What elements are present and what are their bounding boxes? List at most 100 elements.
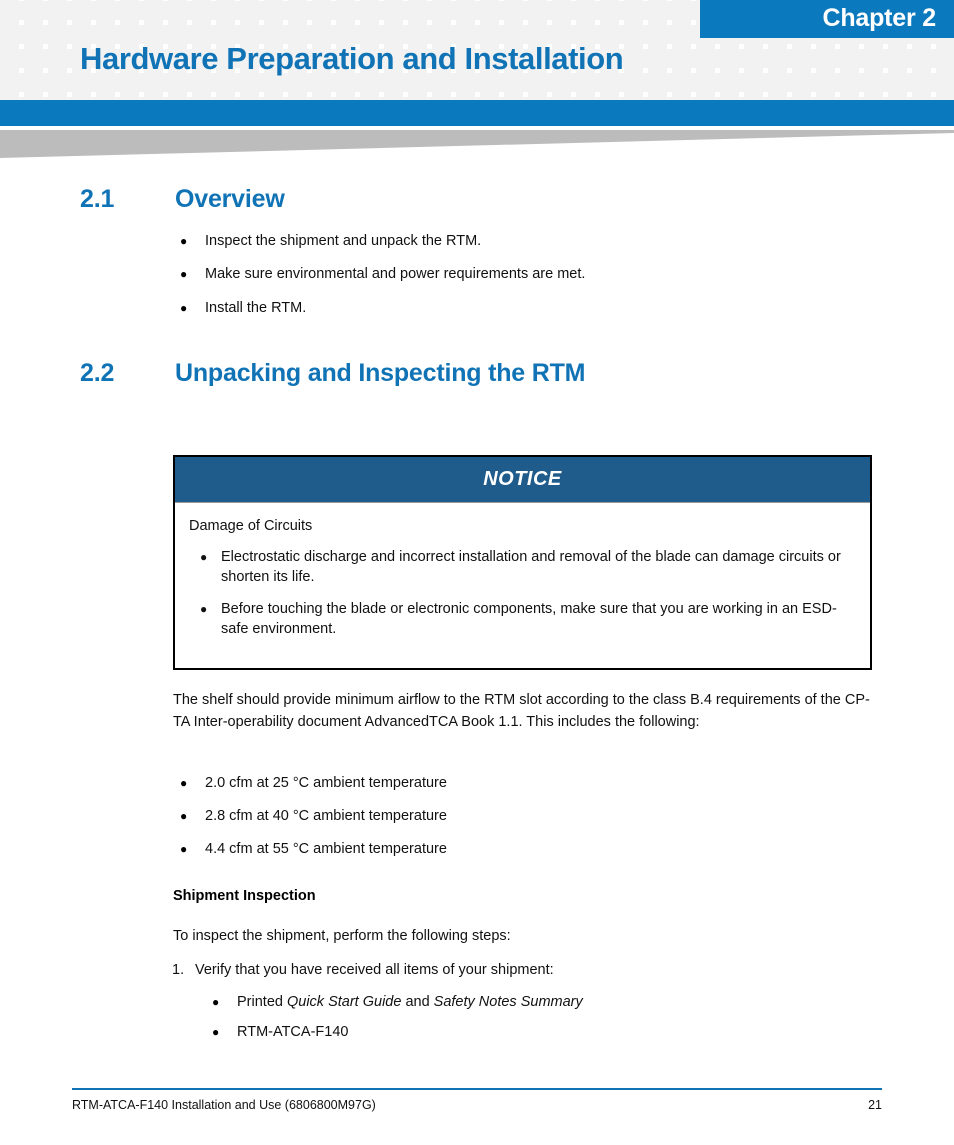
header-pattern-square [96,1,115,20]
header-pattern-square [144,1,163,20]
header-pattern-square [0,25,19,44]
header-pattern-square [24,1,43,20]
page-title: Hardware Preparation and Installation [80,41,624,76]
shipment-sub-bullet-2: RTM-ATCA-F140 [237,1024,349,1040]
header-pattern-square [672,25,691,44]
header-pattern-square [432,1,451,20]
header-pattern-square [648,49,667,68]
shipment-sub-bullet-1-italic-1: Quick Start Guide [286,994,402,1010]
section-number-2-1: 2.1 [80,185,115,213]
header-pattern-square [120,1,139,20]
header-pattern-square [624,25,643,44]
header-pattern-square [456,1,475,20]
shipment-sub-bullet-1-middle: and [401,994,434,1010]
bullet-icon: ● [212,995,220,1009]
header-pattern-square [24,73,43,92]
header-pattern-square [0,1,19,20]
header-pattern-square [696,73,715,92]
section-title-unpacking: Unpacking and Inspecting the RTM [175,359,586,387]
bullet-icon: ● [180,301,188,315]
notice-heading-label: NOTICE [483,468,562,490]
notice-bullet-1: ● Electrostatic discharge and incorrect … [189,548,854,587]
footer-rule [72,1088,882,1090]
header-pattern-square [936,49,954,68]
airflow-bullet-1: 2.0 cfm at 25 °C ambient temperature [205,775,447,791]
header-pattern-square [24,25,43,44]
footer-page-number: 21 [868,1098,882,1112]
gray-wedge-decoration [0,130,954,158]
header-pattern-square [840,49,859,68]
header-pattern-square [240,1,259,20]
header-pattern-square [792,49,811,68]
overview-bullet-1: Inspect the shipment and unpack the RTM. [205,233,482,249]
header-pattern-square [648,25,667,44]
header-pattern-square [360,1,379,20]
shipment-sub-bullet-1-prefix: Printed [237,994,287,1010]
notice-bullet-2: ● Before touching the blade or electroni… [189,600,854,639]
shipment-step-number: 1. [172,962,185,978]
airflow-paragraph: The shelf should provide minimum airflow… [173,692,870,730]
header-pattern-square [648,1,667,20]
shipment-step-text: Verify that you have received all items … [195,962,554,978]
shipment-sub-bullet-1-italic-2: Safety Notes Summary [433,994,583,1010]
header-pattern-square [288,1,307,20]
section-title-overview: Overview [175,185,285,213]
notice-body: Damage of Circuits ● Electrostatic disch… [175,504,870,652]
chapter-label: Chapter 2 [822,4,936,32]
notice-bullet-2-text: Before touching the blade or electronic … [221,601,837,637]
header-pattern-square [72,1,91,20]
header-pattern-square [912,73,931,92]
shipment-intro-text: To inspect the shipment, perform the fol… [173,928,511,944]
header-pattern-square [48,25,67,44]
shipment-sub-bullet-1: Printed Quick Start Guide and Safety Not… [237,993,837,1012]
header-pattern-square [744,49,763,68]
header-pattern-square [264,1,283,20]
header-pattern-square [0,73,19,92]
header-pattern-square [864,49,883,68]
header-pattern-square [672,1,691,20]
section-number-2-2: 2.2 [80,359,115,387]
header-pattern-square [624,1,643,20]
header-pattern-square [336,1,355,20]
header-pattern-square [864,73,883,92]
footer-document-title: RTM-ATCA-F140 Installation and Use (6806… [72,1098,376,1112]
header-pattern-square [648,73,667,92]
bullet-icon: ● [180,267,188,281]
header-pattern-square [480,1,499,20]
header-pattern-square [936,73,954,92]
airflow-bullet-3: 4.4 cfm at 55 °C ambient temperature [205,841,447,857]
header-pattern-square [744,73,763,92]
header-pattern-square [48,73,67,92]
header-pattern-square [216,1,235,20]
notice-bullet-1-text: Electrostatic discharge and incorrect in… [221,549,841,585]
header-pattern-square [888,73,907,92]
bullet-icon: ● [200,602,208,616]
bullet-icon: ● [200,550,208,564]
overview-bullet-3: Install the RTM. [205,300,307,316]
header-pattern-square [720,49,739,68]
header-pattern-square [672,49,691,68]
header-pattern-square [768,73,787,92]
header-blue-rule [0,100,954,126]
bullet-icon: ● [212,1025,220,1039]
header-pattern-square [600,1,619,20]
shipment-subheading: Shipment Inspection [173,888,316,904]
header-pattern-square [792,73,811,92]
header-pattern-square [384,1,403,20]
header-pattern-square [192,1,211,20]
header-pattern-square [720,73,739,92]
header-pattern-square [672,73,691,92]
header-pattern-square [816,73,835,92]
notice-header-bar: NOTICE [175,457,870,503]
header-pattern-square [0,49,19,68]
header-pattern-square [696,49,715,68]
header-pattern-square [624,73,643,92]
header-pattern-square [408,1,427,20]
header-pattern-square [552,1,571,20]
header-pattern-square [840,73,859,92]
notice-lead-text: Damage of Circuits [189,518,313,534]
header-pattern-square [312,1,331,20]
notice-callout-box: NOTICE Damage of Circuits ● Electrostati… [173,455,872,670]
header-pattern-square [576,1,595,20]
header-pattern-square [48,1,67,20]
